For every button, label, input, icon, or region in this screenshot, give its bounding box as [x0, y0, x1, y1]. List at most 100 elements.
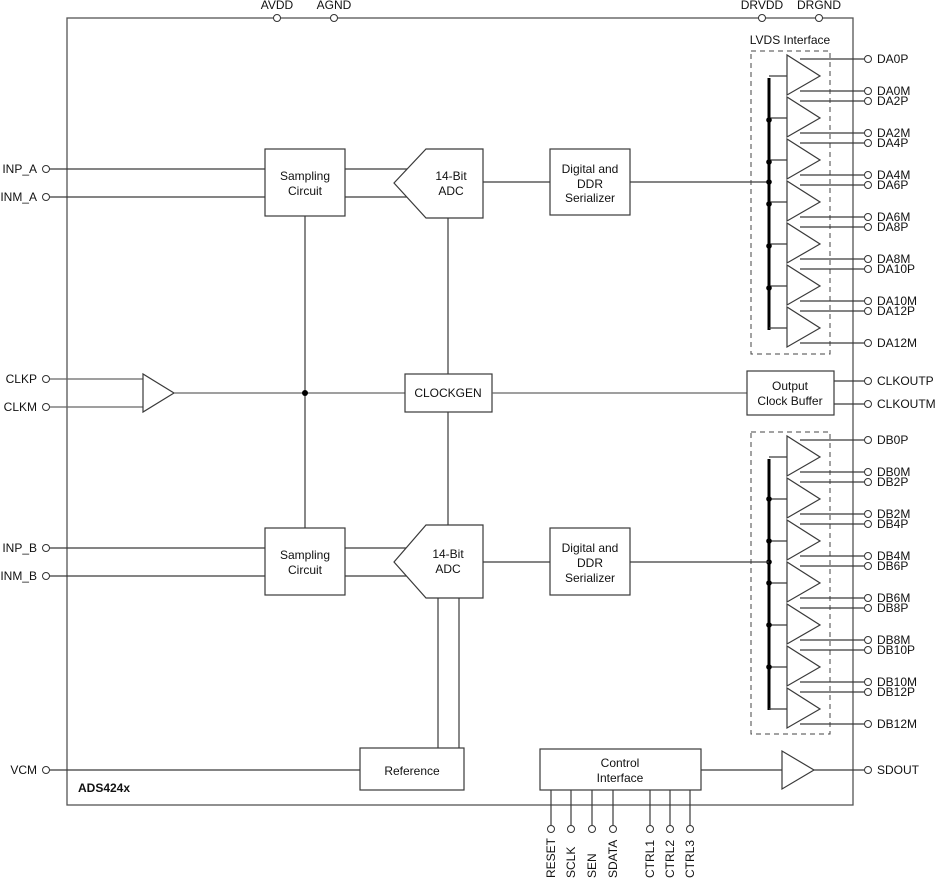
- lvds-a-output-pin[interactable]: [864, 223, 872, 231]
- lvds-b-output-pin[interactable]: [864, 720, 872, 728]
- lvds-a-output-label: DA8P: [877, 220, 908, 234]
- control-pin[interactable]: [609, 825, 617, 833]
- sampling-circuit-b-label-2: Circuit: [288, 563, 323, 577]
- lvds-b-output-label: DB6P: [877, 559, 908, 573]
- control-interface-label-1: Control: [601, 756, 640, 770]
- pin-clkoutp[interactable]: [864, 377, 872, 385]
- pin-clkp[interactable]: [42, 375, 50, 383]
- pin-inp-a[interactable]: [42, 165, 50, 173]
- sampling-circuit-a-label-2: Circuit: [288, 184, 323, 198]
- control-pin[interactable]: [588, 825, 596, 833]
- lvds-a-output-pin[interactable]: [864, 181, 872, 189]
- pin-clkoutm[interactable]: [864, 400, 872, 408]
- control-pin[interactable]: [666, 825, 674, 833]
- lvds-b-output-pin[interactable]: [864, 468, 872, 476]
- control-interface-label-2: Interface: [597, 771, 644, 785]
- control-pin[interactable]: [567, 825, 575, 833]
- clock-input-buffer: [142, 372, 176, 414]
- lvds-b-output-pin[interactable]: [864, 562, 872, 570]
- control-pin-label: CTRL1: [643, 840, 657, 878]
- lvds-a-output-pin[interactable]: [864, 55, 872, 63]
- adc-a-label-2: ADC: [438, 184, 464, 198]
- lvds-a-driver: [786, 305, 822, 349]
- lvds-b-driver: [786, 476, 822, 520]
- lvds-a-driver: [786, 53, 822, 97]
- pin-avdd-label: AVDD: [261, 0, 294, 12]
- lvds-b-output-label: DB4P: [877, 517, 908, 531]
- pin-inp-b[interactable]: [42, 544, 50, 552]
- serializer-a-label-3: Serializer: [565, 191, 615, 205]
- sdout-buffer: [781, 749, 816, 791]
- output-clock-buffer-label-2: Clock Buffer: [757, 394, 822, 408]
- control-pin-label: CTRL2: [663, 840, 677, 878]
- pin-sdout[interactable]: [864, 766, 872, 774]
- pin-drvdd[interactable]: [758, 14, 766, 22]
- pin-inm-a[interactable]: [42, 193, 50, 201]
- lvds-a-output-pin[interactable]: [864, 213, 872, 221]
- lvds-a-output-pin[interactable]: [864, 265, 872, 273]
- pin-clkm[interactable]: [42, 403, 50, 411]
- lvds-a-driver: [786, 179, 822, 223]
- lvds-a-output-pin[interactable]: [864, 97, 872, 105]
- pin-avdd[interactable]: [273, 14, 281, 22]
- lvds-a-output-pin[interactable]: [864, 171, 872, 179]
- block-diagram: ADS424x AVDD AGND DRVDD DRGND INP_A INM_…: [0, 0, 935, 878]
- lvds-b-driver: [786, 560, 822, 604]
- pin-agnd[interactable]: [330, 14, 338, 22]
- output-clock-buffer-label-1: Output: [772, 379, 809, 393]
- lvds-b-driver: [786, 644, 822, 688]
- lvds-a-driver: [786, 137, 822, 181]
- control-pin[interactable]: [686, 825, 694, 833]
- control-pin[interactable]: [547, 825, 555, 833]
- lvds-b-output-label: DB8P: [877, 601, 908, 615]
- lvds-a-output-label: DA10P: [877, 262, 915, 276]
- lvds-a-output-pin[interactable]: [864, 87, 872, 95]
- lvds-a-output-label: DA0P: [877, 52, 908, 66]
- channel-a: INP_A INM_A Sampling Circuit 14-Bit ADC …: [0, 148, 769, 219]
- lvds-b-output-pin[interactable]: [864, 678, 872, 686]
- lvds-b-output-pin[interactable]: [864, 478, 872, 486]
- lvds-drivers-a: DA0PDA0MDA2PDA2MDA4PDA4MDA6PDA6MDA8PDA8M…: [766, 52, 917, 350]
- adc-b-label-2: ADC: [435, 562, 461, 576]
- control-pin-label: SEN: [585, 853, 599, 878]
- pin-drgnd[interactable]: [815, 14, 823, 22]
- lvds-a-output-pin[interactable]: [864, 139, 872, 147]
- pin-vcm[interactable]: [42, 766, 50, 774]
- lvds-a-output-pin[interactable]: [864, 307, 872, 315]
- lvds-b-bus-junction: [766, 622, 772, 628]
- adc-a-label-1: 14-Bit: [435, 169, 467, 183]
- lvds-b-output-pin[interactable]: [864, 552, 872, 560]
- pin-inp-a-label: INP_A: [2, 162, 37, 176]
- lvds-b-output-pin[interactable]: [864, 604, 872, 612]
- lvds-b-output-pin[interactable]: [864, 688, 872, 696]
- pin-drvdd-label: DRVDD: [741, 0, 784, 12]
- lvds-b-output-pin[interactable]: [864, 594, 872, 602]
- pin-inm-a-label: INM_A: [0, 190, 37, 204]
- lvds-b-output-pin[interactable]: [864, 436, 872, 444]
- control-pins: RESET SCLK SEN SDATA CTRL1 CTRL2 CTRL3: [544, 790, 697, 878]
- pin-inp-b-label: INP_B: [2, 541, 37, 555]
- lvds-a-bus-junction: [766, 201, 772, 207]
- lvds-a-bus-junction: [766, 285, 772, 291]
- lvds-b-driver: [786, 602, 822, 646]
- channel-b: INP_B INM_B Sampling Circuit 14-Bit ADC …: [0, 524, 769, 748]
- serializer-b-label-2: DDR: [577, 556, 603, 570]
- lvds-b-output-pin[interactable]: [864, 510, 872, 518]
- pin-inm-b[interactable]: [42, 572, 50, 580]
- lvds-a-output-pin[interactable]: [864, 297, 872, 305]
- lvds-b-output-pin[interactable]: [864, 520, 872, 528]
- lvds-a-output-pin[interactable]: [864, 129, 872, 137]
- pin-sdout-label: SDOUT: [877, 763, 920, 777]
- pin-inm-b-label: INM_B: [0, 569, 37, 583]
- reference-label: Reference: [384, 764, 440, 778]
- lvds-a-output-label: DA12P: [877, 304, 915, 318]
- lvds-b-output-pin[interactable]: [864, 646, 872, 654]
- pin-vcm-label: VCM: [10, 763, 37, 777]
- lvds-a-output-label: DA12M: [877, 336, 917, 350]
- lvds-a-output-pin[interactable]: [864, 339, 872, 347]
- lvds-a-output-pin[interactable]: [864, 255, 872, 263]
- lvds-b-output-pin[interactable]: [864, 636, 872, 644]
- control-pin[interactable]: [646, 825, 654, 833]
- lvds-a-bus-junction: [766, 243, 772, 249]
- lvds-a-output-label: DA4P: [877, 136, 908, 150]
